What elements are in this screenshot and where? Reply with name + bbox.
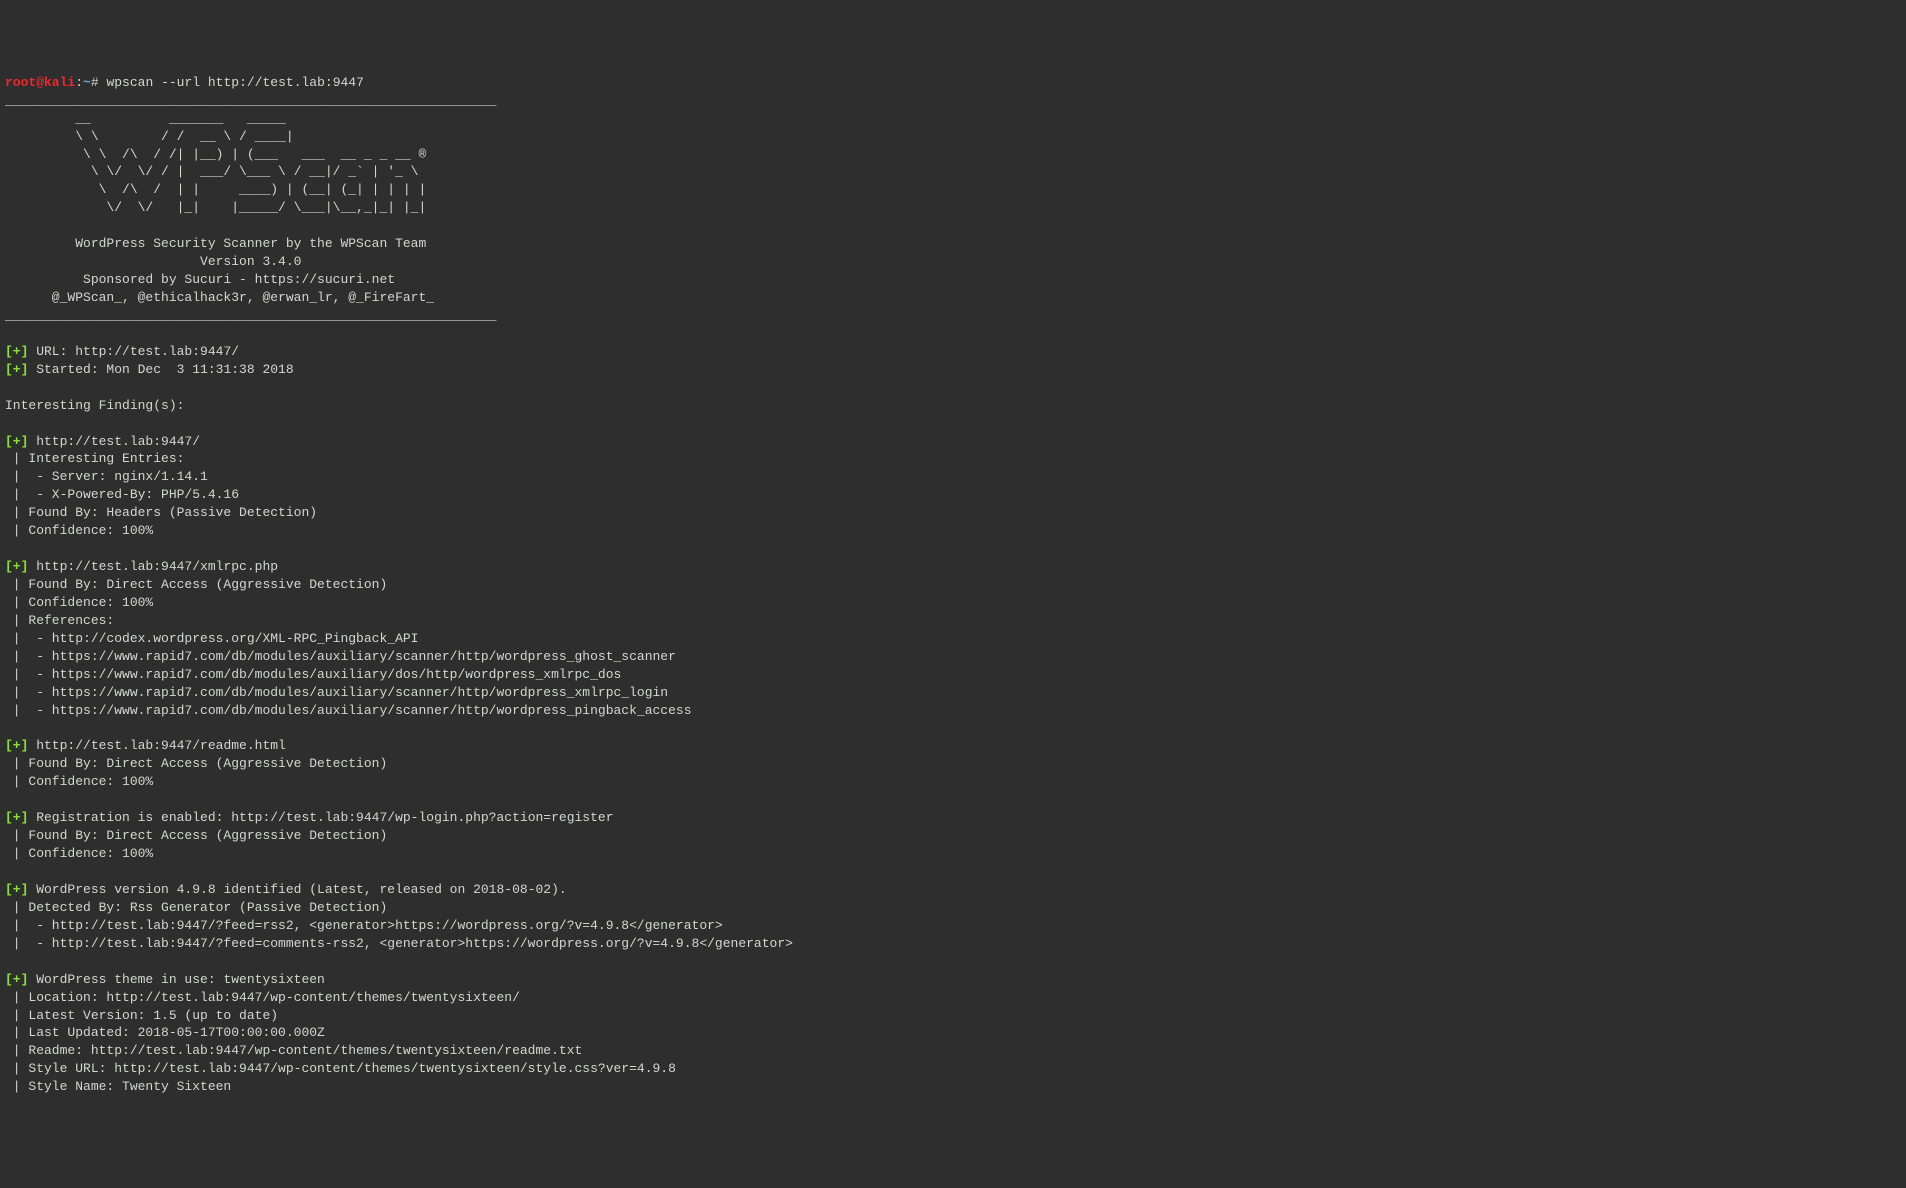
command-text: wpscan --url http://test.lab:9447 [99, 75, 364, 90]
ascii-underline-top: ________________________________________… [5, 93, 496, 108]
finding-line: | - https://www.rapid7.com/db/modules/au… [5, 685, 668, 700]
ascii-art-line6: \/ \/ |_| |_____/ \___|\__,_|_| |_| [5, 200, 426, 215]
plus-marker: [+] [5, 362, 28, 377]
started-line: Started: Mon Dec 3 11:31:38 2018 [28, 362, 293, 377]
prompt-user: root@kali [5, 75, 75, 90]
tagline-2: Version 3.4.0 [5, 254, 301, 269]
finding-line: | Confidence: 100% [5, 846, 153, 861]
finding-line: | Location: http://test.lab:9447/wp-cont… [5, 990, 520, 1005]
finding-url: http://test.lab:9447/xmlrpc.php [28, 559, 278, 574]
prompt-path: ~ [83, 75, 91, 90]
finding-line: | Found By: Direct Access (Aggressive De… [5, 577, 387, 592]
finding-line: | - http://test.lab:9447/?feed=rss2, <ge… [5, 918, 723, 933]
prompt-sep: : [75, 75, 83, 90]
finding-line: | Found By: Direct Access (Aggressive De… [5, 828, 387, 843]
finding-registration: Registration is enabled: http://test.lab… [28, 810, 613, 825]
finding-line: | Detected By: Rss Generator (Passive De… [5, 900, 387, 915]
plus-marker: [+] [5, 559, 28, 574]
ascii-art-line4: \ \/ \/ / | ___/ \___ \ / __|/ _` | '_ \ [5, 164, 426, 179]
plus-marker: [+] [5, 882, 28, 897]
terminal-output[interactable]: root@kali:~# wpscan --url http://test.la… [0, 72, 1906, 1098]
finding-line: | Confidence: 100% [5, 523, 153, 538]
plus-marker: [+] [5, 434, 28, 449]
finding-line: | Confidence: 100% [5, 595, 153, 610]
prompt-hash: # [91, 75, 99, 90]
finding-url: http://test.lab:9447/ [28, 434, 200, 449]
finding-line: | - http://codex.wordpress.org/XML-RPC_P… [5, 631, 418, 646]
finding-line: | - https://www.rapid7.com/db/modules/au… [5, 703, 692, 718]
finding-line: | - Server: nginx/1.14.1 [5, 469, 208, 484]
finding-theme: WordPress theme in use: twentysixteen [28, 972, 324, 987]
ascii-art-line5: \ /\ / | | ____) | (__| (_| | | | | [5, 182, 426, 197]
finding-line: | Interesting Entries: [5, 451, 184, 466]
finding-line: | Style Name: Twenty Sixteen [5, 1079, 231, 1094]
plus-marker: [+] [5, 738, 28, 753]
url-line: URL: http://test.lab:9447/ [28, 344, 239, 359]
finding-line: | - X-Powered-By: PHP/5.4.16 [5, 487, 239, 502]
tagline-3: Sponsored by Sucuri - https://sucuri.net [5, 272, 395, 287]
ascii-art-line2: \ \ / / __ \ / ____| [5, 129, 426, 144]
ascii-underline-bottom: ________________________________________… [5, 308, 496, 323]
ascii-art-line3: \ \ /\ / /| |__) | (___ ___ __ _ _ __ ® [5, 147, 426, 162]
finding-line: | Found By: Headers (Passive Detection) [5, 505, 317, 520]
ascii-art-line1: __ _______ _____ [5, 111, 426, 126]
finding-line: | Last Updated: 2018-05-17T00:00:00.000Z [5, 1025, 325, 1040]
finding-line: | - http://test.lab:9447/?feed=comments-… [5, 936, 793, 951]
finding-version: WordPress version 4.9.8 identified (Late… [28, 882, 566, 897]
tagline-1: WordPress Security Scanner by the WPScan… [5, 236, 426, 251]
finding-header: Interesting Finding(s): [5, 398, 184, 413]
plus-marker: [+] [5, 344, 28, 359]
finding-line: | Found By: Direct Access (Aggressive De… [5, 756, 387, 771]
finding-line: | Readme: http://test.lab:9447/wp-conten… [5, 1043, 582, 1058]
finding-line: | Confidence: 100% [5, 774, 153, 789]
finding-line: | - https://www.rapid7.com/db/modules/au… [5, 649, 676, 664]
finding-line: | Style URL: http://test.lab:9447/wp-con… [5, 1061, 676, 1076]
plus-marker: [+] [5, 810, 28, 825]
plus-marker: [+] [5, 972, 28, 987]
finding-line: | References: [5, 613, 114, 628]
finding-line: | Latest Version: 1.5 (up to date) [5, 1008, 278, 1023]
tagline-4: @_WPScan_, @ethicalhack3r, @erwan_lr, @_… [5, 290, 434, 305]
finding-url: http://test.lab:9447/readme.html [28, 738, 285, 753]
finding-line: | - https://www.rapid7.com/db/modules/au… [5, 667, 621, 682]
